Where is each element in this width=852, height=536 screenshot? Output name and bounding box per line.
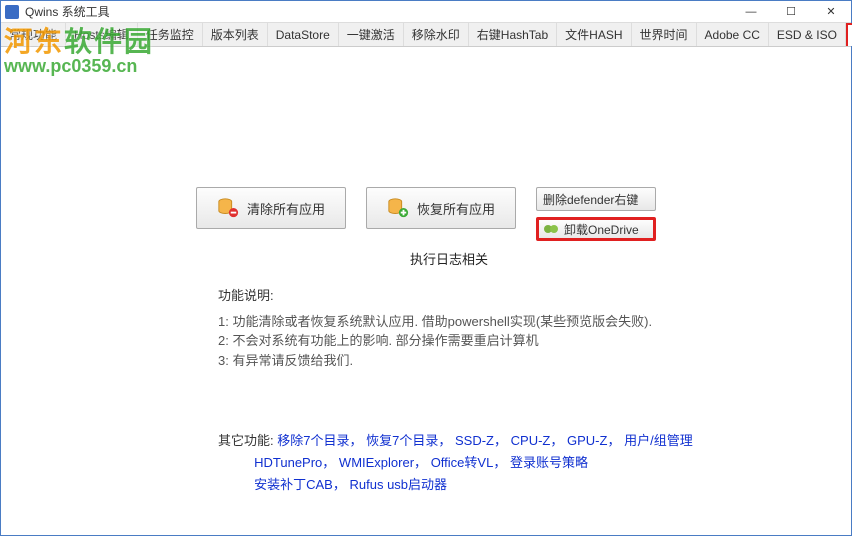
remove-defender-label: 删除defender右键 (543, 191, 638, 208)
uninstall-onedrive-label: 卸载OneDrive (564, 221, 639, 238)
description-line-2: 2: 不会对系统有功能上的影响. 部分操作需要重启计算机 (218, 331, 851, 351)
database-add-icon (387, 197, 409, 219)
description-line-1: 1: 功能清除或者恢复系统默认应用. 借助powershell实现(某些预览版会… (218, 312, 851, 332)
titlebar: Qwins 系统工具 — ☐ ✕ (1, 1, 851, 23)
minimize-button[interactable]: — (731, 1, 771, 23)
link-gpu-z[interactable]: GPU-Z (567, 433, 607, 448)
tab-general[interactable]: 常规功能 (1, 23, 66, 46)
tab-hosts[interactable]: Hosts编辑 (66, 23, 138, 46)
tabbar: 常规功能 Hosts编辑 任务监控 版本列表 DataStore 一键激活 移除… (1, 23, 851, 47)
link-hdtunepro[interactable]: HDTunePro (254, 455, 322, 470)
tab-task-monitor[interactable]: 任务监控 (138, 23, 203, 46)
window-title: Qwins 系统工具 (25, 3, 731, 20)
onedrive-icon (543, 221, 559, 237)
link-wmiexplorer[interactable]: WMIExplorer (339, 455, 414, 470)
clear-all-apps-button[interactable]: 清除所有应用 (196, 187, 346, 229)
close-button[interactable]: ✕ (811, 1, 851, 23)
description-block: 功能说明: 1: 功能清除或者恢复系统默认应用. 借助powershell实现(… (218, 286, 851, 370)
tab-world-time[interactable]: 世界时间 (632, 23, 697, 46)
link-install-cab[interactable]: 安装补丁CAB (254, 477, 333, 492)
app-icon (5, 5, 19, 19)
link-remove-7dirs[interactable]: 移除7个目录 (277, 433, 349, 448)
tab-adobe-cc[interactable]: Adobe CC (697, 23, 769, 46)
other-label: 其它功能: (218, 433, 274, 448)
link-ssd-z[interactable]: SSD-Z (455, 433, 494, 448)
tab-datastore[interactable]: DataStore (268, 23, 339, 46)
link-user-group-manage[interactable]: 用户/组管理 (624, 433, 693, 448)
log-label: 执行日志相关 (389, 249, 509, 268)
database-remove-icon (217, 197, 239, 219)
link-login-policy[interactable]: 登录账号策略 (510, 455, 588, 470)
tab-activate[interactable]: 一键激活 (339, 23, 404, 46)
remove-defender-button[interactable]: 删除defender右键 (536, 187, 656, 211)
restore-all-apps-button[interactable]: 恢复所有应用 (366, 187, 516, 229)
tab-version-list[interactable]: 版本列表 (203, 23, 268, 46)
restore-all-label: 恢复所有应用 (417, 199, 495, 218)
description-title: 功能说明: (218, 286, 851, 306)
other-functions-block: 其它功能: 移除7个目录， 恢复7个目录， SSD-Z， CPU-Z， GPU-… (218, 430, 851, 496)
tab-hashtab[interactable]: 右键HashTab (469, 23, 557, 46)
maximize-button[interactable]: ☐ (771, 1, 811, 23)
tab-system-manage[interactable]: 系统管理 (846, 23, 852, 46)
clear-all-label: 清除所有应用 (247, 199, 325, 218)
description-line-3: 3: 有异常请反馈给我们. (218, 351, 851, 371)
link-cpu-z[interactable]: CPU-Z (511, 433, 551, 448)
tab-filehash[interactable]: 文件HASH (557, 23, 631, 46)
link-restore-7dirs[interactable]: 恢复7个目录 (366, 433, 438, 448)
uninstall-onedrive-button[interactable]: 卸载OneDrive (536, 217, 656, 241)
tab-remove-watermark[interactable]: 移除水印 (404, 23, 469, 46)
tab-esd-iso[interactable]: ESD & ISO (769, 23, 846, 46)
link-rufus[interactable]: Rufus usb启动器 (350, 477, 448, 492)
link-office-vl[interactable]: Office转VL (431, 455, 494, 470)
